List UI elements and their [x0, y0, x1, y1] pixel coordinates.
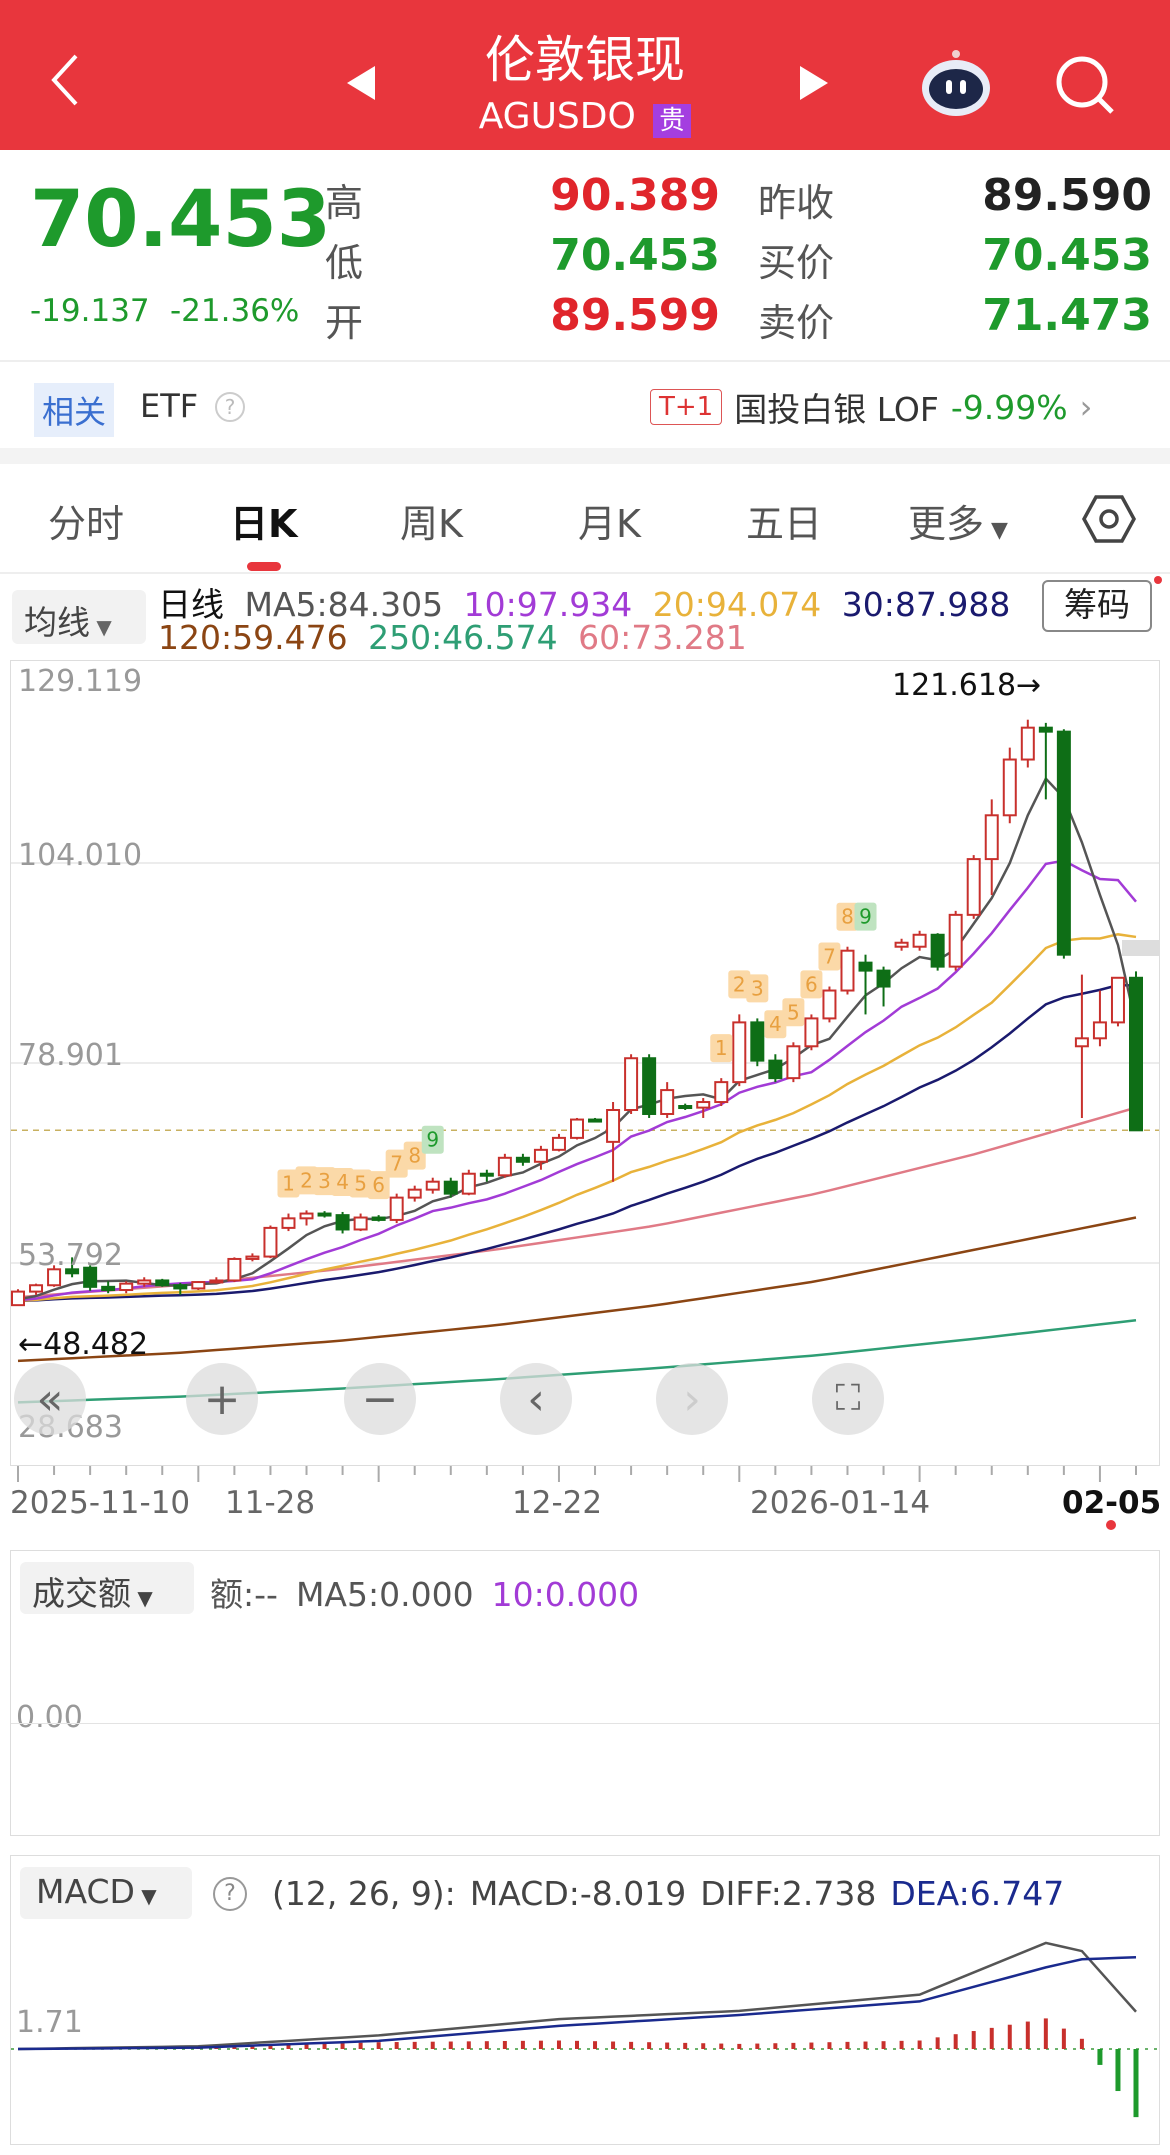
macd-params: (12, 26, 9):	[272, 1874, 456, 1913]
dea-line	[17, 1955, 1137, 2051]
macd-value: MACD:-8.019	[469, 1874, 687, 1913]
macd-indicator-selector[interactable]: MACD ▼	[20, 1867, 192, 1919]
caret-down-icon: ▼	[134, 1884, 157, 1908]
macd-chart	[11, 1941, 1159, 2118]
macd-help-icon[interactable]: ?	[213, 1877, 247, 1911]
diff-value: DIFF:2.738	[700, 1874, 877, 1913]
macd-legend: (12, 26, 9): MACD:-8.019 DIFF:2.738 DEA:6.7…	[272, 1874, 1064, 1913]
macd-selector-label: MACD	[36, 1872, 135, 1911]
dea-value: DEA:6.747	[890, 1874, 1065, 1913]
macd-axis-label: 1.71	[16, 2005, 83, 2040]
diff-line	[17, 1941, 1137, 2051]
